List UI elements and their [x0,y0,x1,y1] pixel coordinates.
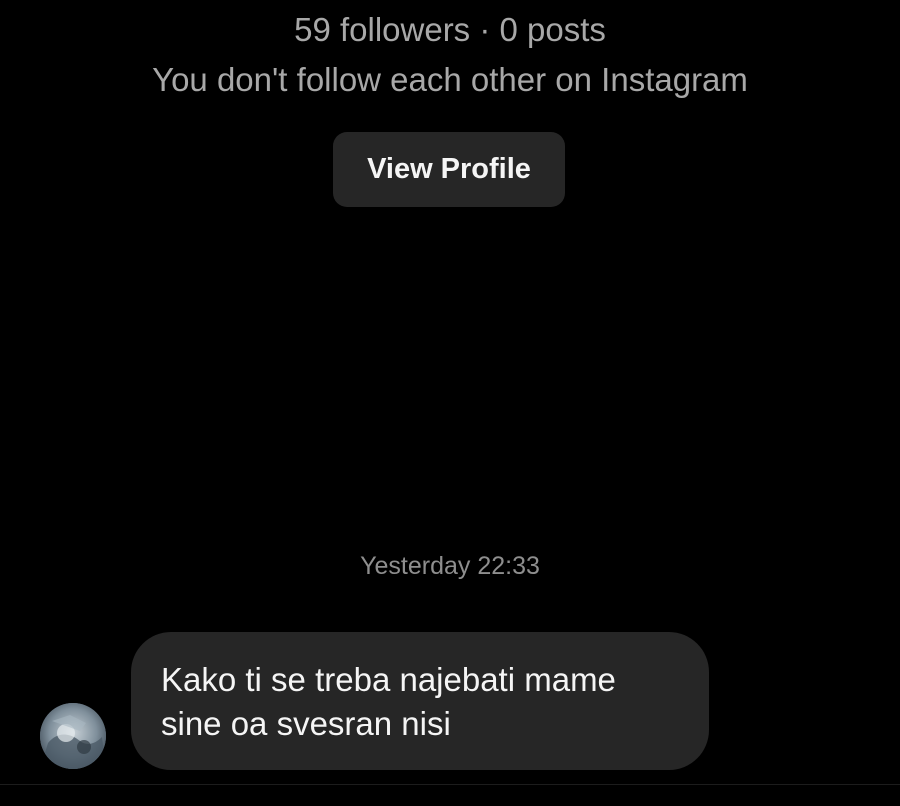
message-timestamp: Yesterday 22:33 [360,552,540,580]
message-bubble[interactable]: Kako ti se treba najebati mame sine oa s… [131,632,709,770]
message-text: Kako ti se treba najebati mame sine oa s… [161,661,616,742]
profile-photo-icon [40,703,106,769]
dm-thread-screen: 59 followers · 0 posts You don't follow … [0,0,900,806]
composer-divider [0,784,900,785]
profile-stats: 59 followers · 0 posts [294,11,606,48]
follow-status-text: You don't follow each other on Instagram [152,61,748,98]
view-profile-button[interactable]: View Profile [333,132,565,207]
sender-avatar[interactable] [40,703,106,769]
